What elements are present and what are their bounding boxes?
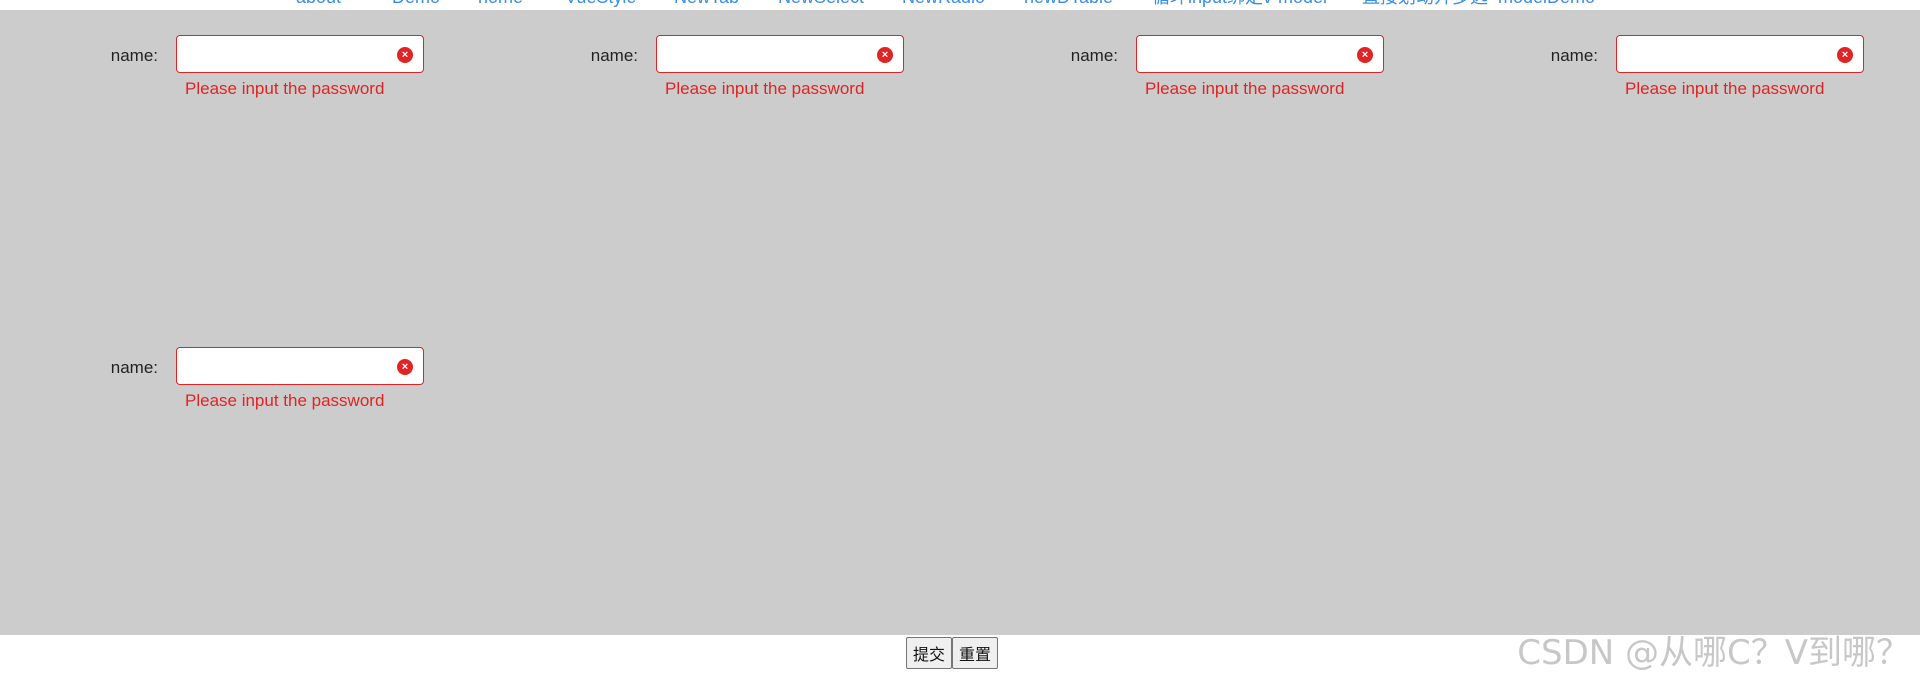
name-input[interactable] bbox=[1145, 40, 1349, 70]
nav-link-home[interactable]: home bbox=[478, 0, 523, 10]
nav-link-loop-input[interactable]: 循环input绑定v-model bbox=[1152, 0, 1327, 10]
error-message: Please input the password bbox=[185, 79, 385, 98]
nav-link-demo[interactable]: Demo bbox=[392, 0, 440, 10]
nav-link-newtab[interactable]: NewTab bbox=[674, 0, 739, 10]
nav-link-newradio[interactable]: NewRadio bbox=[902, 0, 985, 10]
error-message: Please input the password bbox=[1145, 79, 1345, 98]
form-field-5: name: × Please input the password bbox=[0, 347, 424, 427]
clear-icon[interactable]: × bbox=[397, 359, 413, 375]
clear-icon[interactable]: × bbox=[397, 47, 413, 63]
clear-icon[interactable]: × bbox=[1357, 47, 1373, 63]
name-input[interactable] bbox=[1625, 40, 1829, 70]
error-message: Please input the password bbox=[185, 391, 385, 410]
nav-link-newdtable[interactable]: newDTable bbox=[1024, 0, 1113, 10]
nav-link-vuestyle[interactable]: VueStyle bbox=[565, 0, 636, 10]
clear-icon[interactable]: × bbox=[1837, 47, 1853, 63]
top-nav: about Demo home VueStyle NewTab NewSelec… bbox=[0, 0, 1920, 10]
nav-link-modeldemo[interactable]: modelDemo bbox=[1498, 0, 1595, 10]
name-input-wrapper[interactable]: × bbox=[1616, 35, 1864, 73]
name-input-wrapper[interactable]: × bbox=[176, 347, 424, 385]
name-input-wrapper[interactable]: × bbox=[656, 35, 904, 73]
form-actions: 提交 重置 bbox=[906, 637, 999, 669]
nav-link-about[interactable]: about bbox=[296, 0, 341, 10]
field-label: name: bbox=[110, 358, 158, 377]
page: about Demo home VueStyle NewTab NewSelec… bbox=[0, 0, 1920, 679]
name-input[interactable] bbox=[185, 352, 389, 382]
clear-icon[interactable]: × bbox=[877, 47, 893, 63]
field-label: name: bbox=[1070, 46, 1118, 65]
form-field-1: name: × Please input the password bbox=[0, 35, 424, 115]
name-input[interactable] bbox=[665, 40, 869, 70]
nav-link-multiselect[interactable]: 直接划动开多选 bbox=[1362, 0, 1488, 10]
watermark: CSDN @从哪C？V到哪？ bbox=[1517, 633, 1910, 673]
error-message: Please input the password bbox=[1625, 79, 1825, 98]
name-input[interactable] bbox=[185, 40, 389, 70]
form-field-3: name: × Please input the password bbox=[960, 35, 1384, 115]
submit-button[interactable]: 提交 bbox=[906, 637, 953, 669]
field-label: name: bbox=[110, 46, 158, 65]
form-area: name: × Please input the password name: … bbox=[0, 10, 1920, 635]
field-label: name: bbox=[1550, 46, 1598, 65]
nav-link-newselect[interactable]: NewSelect bbox=[778, 0, 864, 10]
name-input-wrapper[interactable]: × bbox=[176, 35, 424, 73]
form-field-4: name: × Please input the password bbox=[1440, 35, 1864, 115]
error-message: Please input the password bbox=[665, 79, 865, 98]
name-input-wrapper[interactable]: × bbox=[1136, 35, 1384, 73]
field-label: name: bbox=[590, 46, 638, 65]
form-field-2: name: × Please input the password bbox=[480, 35, 904, 115]
reset-button[interactable]: 重置 bbox=[952, 637, 999, 669]
